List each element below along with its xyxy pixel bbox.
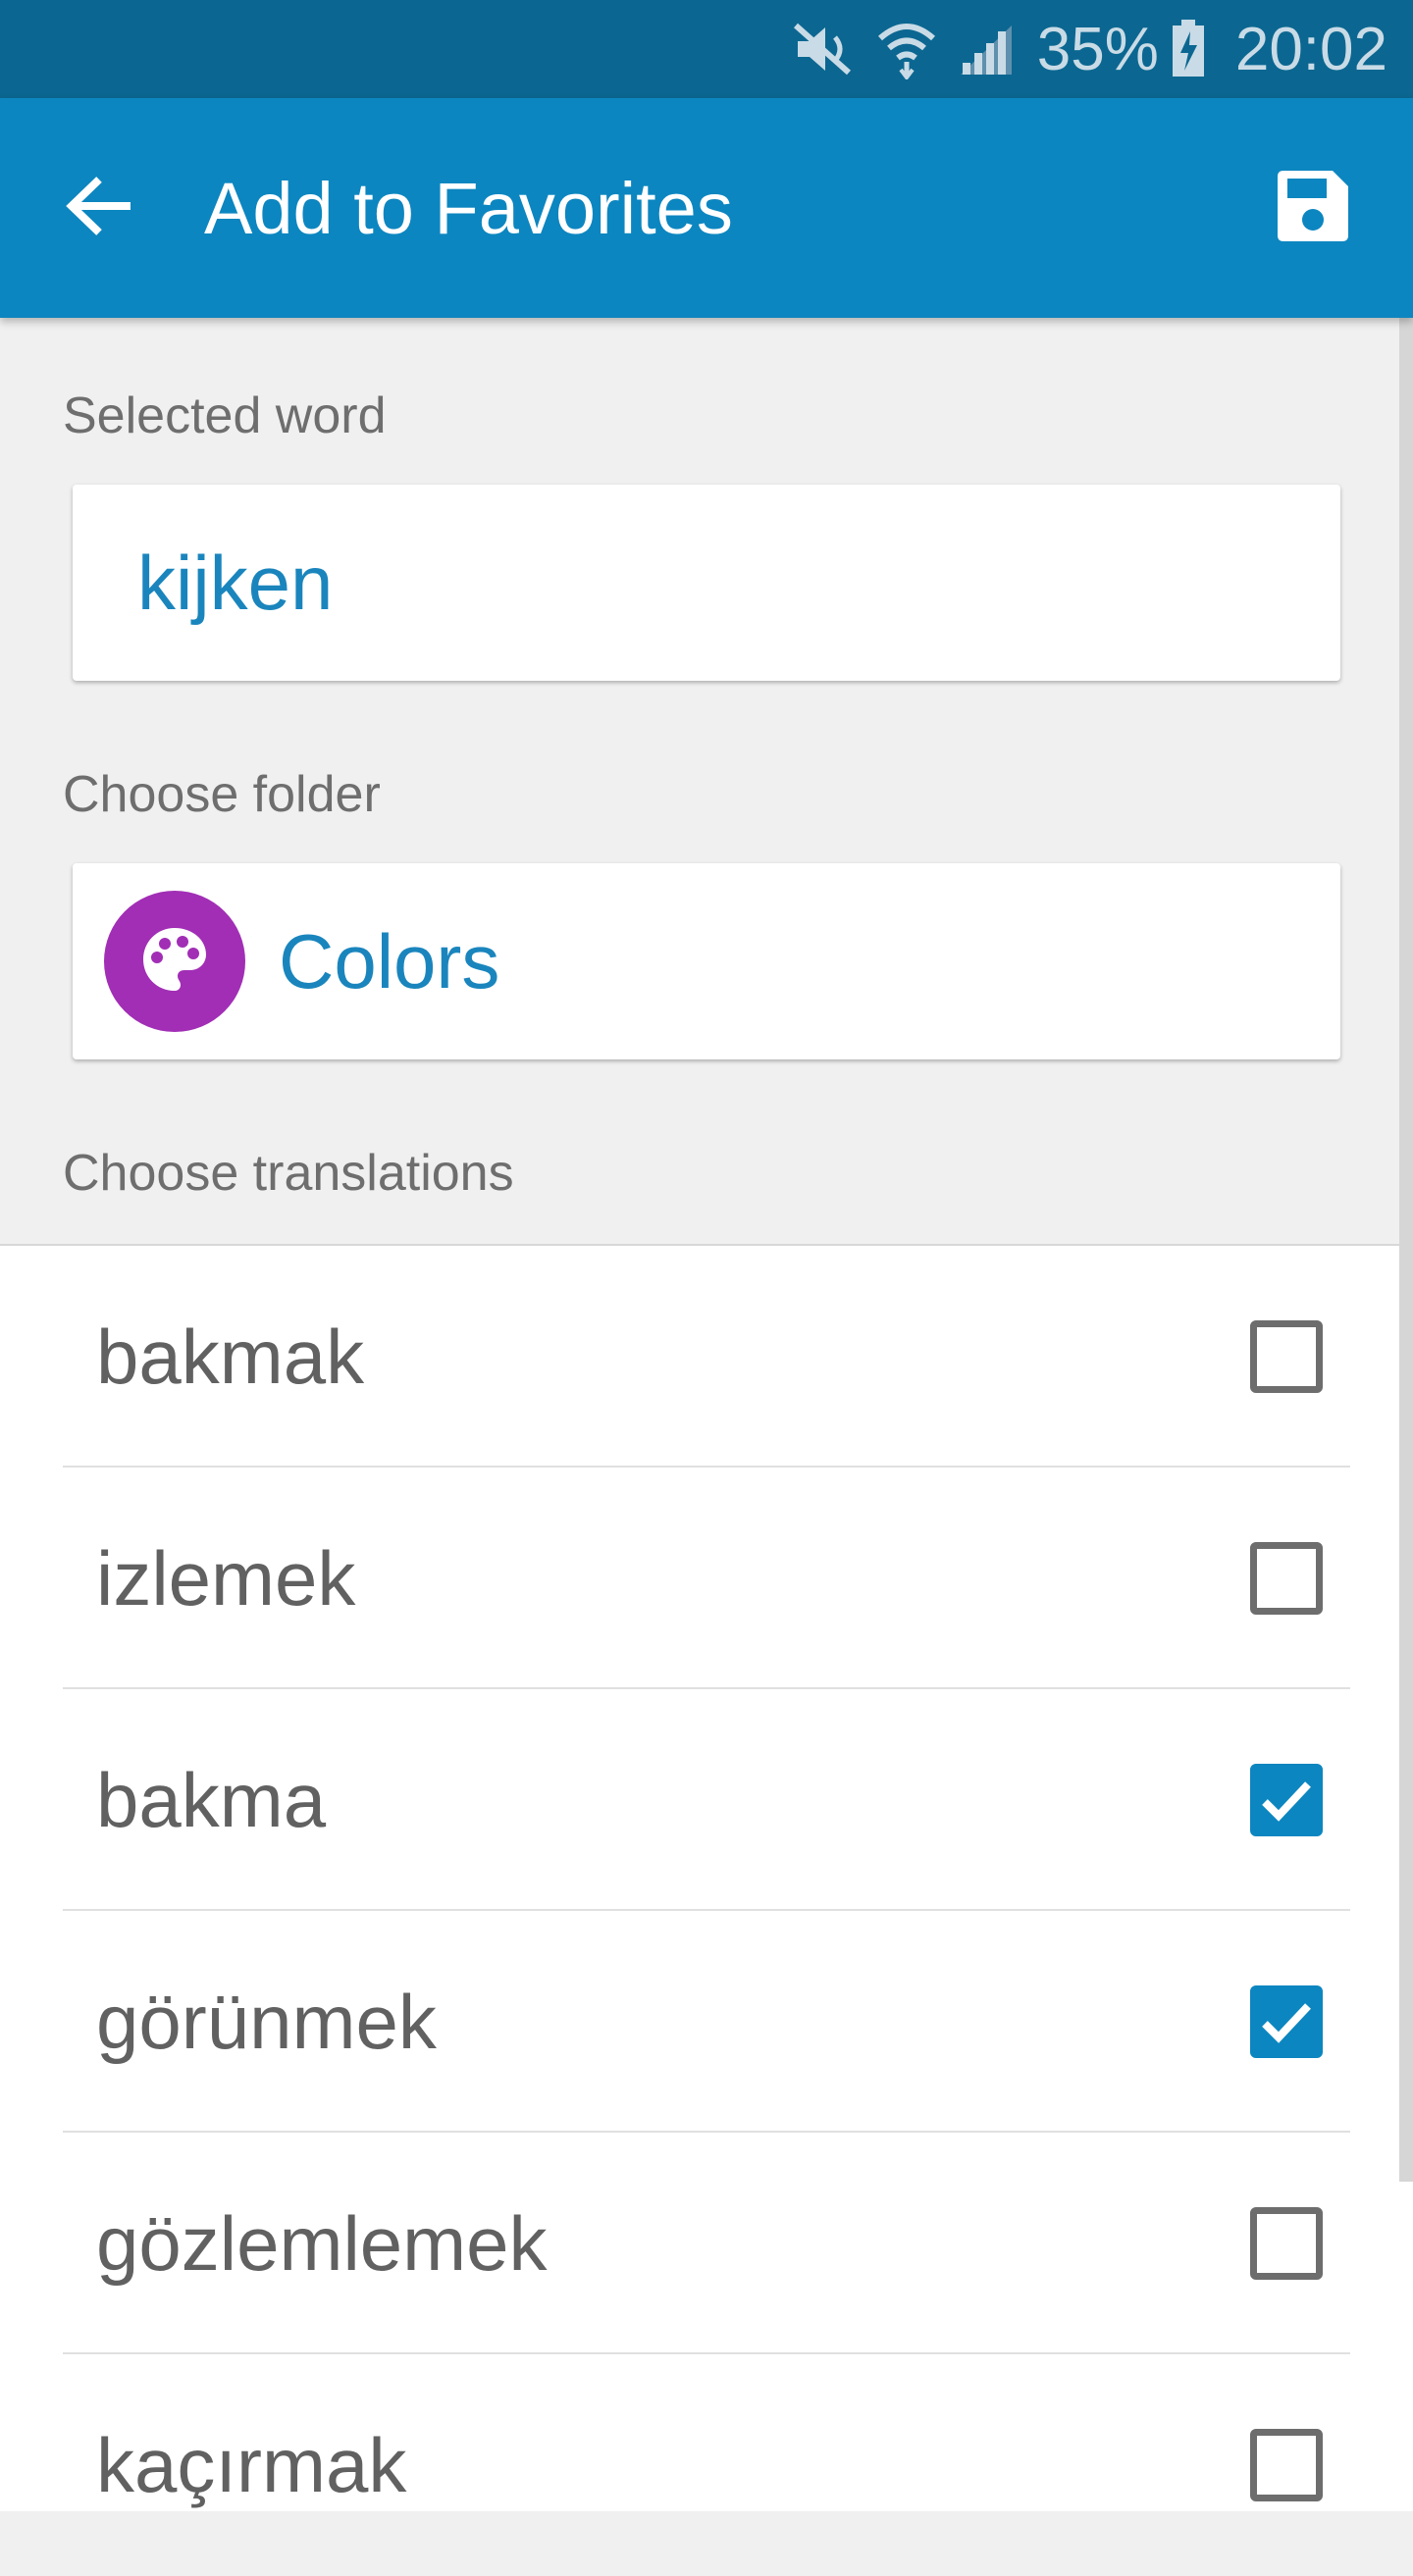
translation-row[interactable]: gözlemlemek [63,2133,1350,2354]
selected-word-value: kijken [137,539,334,626]
translation-checkbox[interactable] [1250,1320,1323,1393]
translation-checkbox[interactable] [1250,2429,1323,2501]
translation-row[interactable]: bakmak [63,1246,1350,1468]
wifi-icon [876,19,937,79]
translation-row[interactable]: izlemek [63,1468,1350,1689]
signal-icon [959,22,1016,77]
save-button[interactable] [1264,159,1362,257]
back-button[interactable] [51,159,149,257]
choose-translations-label: Choose translations [63,1145,514,1202]
translation-text: gözlemlemek [96,2199,548,2287]
translation-text: bakmak [96,1313,365,1400]
translation-text: kaçırmak [96,2421,407,2508]
translation-checkbox[interactable] [1250,1764,1323,1836]
translation-checkbox[interactable] [1250,1985,1323,2058]
translation-text: bakma [96,1756,327,1843]
page-title: Add to Favorites [204,167,733,249]
translation-row[interactable]: görünmek [63,1911,1350,2133]
folder-selector[interactable]: Colors [73,863,1340,1059]
app-bar: Add to Favorites [0,98,1413,318]
save-icon [1276,169,1350,248]
translation-row[interactable]: kaçırmak [63,2354,1350,2576]
main-content: Selected word kijken Choose folder Color… [0,318,1413,2511]
palette-icon [139,924,210,1000]
arrow-back-icon [66,176,134,241]
translation-row[interactable]: bakma [63,1689,1350,1911]
choose-folder-label: Choose folder [63,766,381,823]
translations-list: bakmak izlemek bakma görünmek gözlemleme… [0,1244,1413,2511]
translation-text: görünmek [96,1978,437,2065]
selected-word-label: Selected word [63,387,387,444]
battery-charging-icon [1171,20,1206,78]
clock: 20:02 [1234,15,1387,83]
scrollbar[interactable] [1399,318,1413,2182]
folder-name: Colors [279,917,500,1005]
status-bar: 35% 20:02 [0,0,1413,98]
translation-checkbox[interactable] [1250,2207,1323,2280]
mute-icon [792,20,855,78]
folder-avatar [104,891,245,1032]
translation-text: izlemek [96,1534,356,1622]
checkmark-icon [1262,1781,1311,1822]
battery-percent: 35% [1036,15,1159,83]
translation-checkbox[interactable] [1250,1542,1323,1615]
selected-word-card: kijken [73,485,1340,681]
checkmark-icon [1262,2003,1311,2043]
